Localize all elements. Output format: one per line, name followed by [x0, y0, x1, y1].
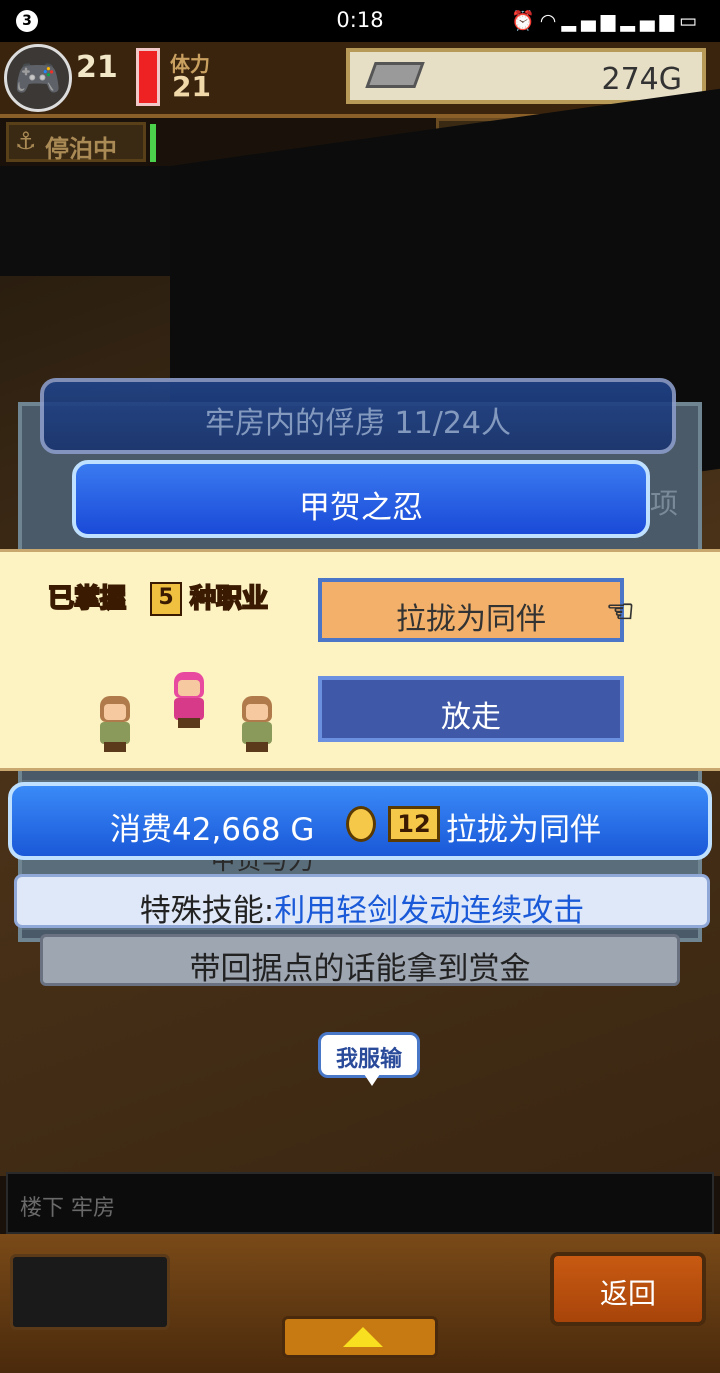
reward-note: 带回据点的话能拿到赏金: [189, 951, 531, 987]
cost-prefix: 消费42,668 G: [110, 812, 315, 848]
character-sprite: [88, 692, 142, 752]
release-button[interactable]: 放走: [318, 676, 624, 742]
silver-bar-icon: [365, 62, 425, 88]
ninja-sprite: [162, 668, 216, 728]
mastered-suffix: 种职业: [189, 583, 269, 615]
prisoner-list-title: 牢房内的俘虏 11/24人: [40, 378, 676, 454]
reward-note-box: 带回据点的话能拿到赏金: [40, 934, 680, 987]
signal-icon: ▂▄▆: [620, 10, 680, 32]
speech-bubble: 我服输: [318, 1032, 420, 1078]
gold-panel: 274G: [346, 48, 706, 104]
scroll-up-button[interactable]: [282, 1316, 438, 1358]
anchor-icon: ⚓: [15, 127, 37, 155]
location-text: 楼下 牢房: [20, 1196, 115, 1221]
status-icons: ⏰◠▂▄▆▂▄▆▭: [511, 9, 702, 32]
prisoner-name: 甲贺之忍: [299, 490, 423, 526]
signal-icon: ▂▄▆: [561, 10, 621, 32]
recruit-label: 拉拢为同伴: [396, 602, 546, 637]
level-value: 21: [76, 50, 118, 85]
release-label: 放走: [441, 700, 501, 735]
cost-suffix: 拉拢为同伴: [446, 812, 601, 848]
skill-label: 特殊技能:: [139, 893, 275, 929]
prisoner-count-title: 牢房内的俘虏 11/24人: [205, 406, 511, 441]
speech-bubble-tail: [364, 1074, 380, 1086]
alarm-icon: ⏰: [511, 10, 540, 32]
return-button[interactable]: 返回: [550, 1252, 706, 1326]
gold-value: 274G: [601, 62, 682, 97]
stamina-bar: [136, 48, 160, 106]
anchor-status: ⚓ 停泊中: [6, 122, 146, 163]
recruit-button[interactable]: 拉拢为同伴: [318, 578, 624, 642]
mastered-prefix: 已掌握: [47, 583, 127, 615]
skill-value: 利用轻剑发动连续攻击: [274, 893, 585, 929]
medal-icon: [346, 806, 376, 842]
wifi-icon: ◠: [539, 10, 562, 32]
up-arrow-icon: [343, 1327, 383, 1347]
status-bar: 3 0:18 ⏰◠▂▄▆▂▄▆▭: [0, 0, 720, 42]
gamepad-icon[interactable]: 🎮: [4, 44, 72, 112]
bottom-slot: [10, 1254, 170, 1330]
speech-text: 我服输: [335, 1047, 402, 1072]
pointing-hand-icon: ☜: [606, 592, 636, 631]
recruit-cost-button[interactable]: 消费42,668 G 12 拉拢为同伴: [8, 782, 712, 860]
stamina-value: 21: [172, 70, 211, 103]
special-skill-text: 特殊技能:利用轻剑发动连续攻击: [17, 885, 707, 930]
battery-icon: ▭: [679, 10, 702, 32]
medal-count: 12: [388, 806, 440, 842]
anchor-indicator: [150, 124, 156, 162]
anchor-text: 停泊中: [45, 135, 117, 163]
selected-prisoner-banner[interactable]: 甲贺之忍: [72, 460, 650, 538]
character-sprite: [230, 692, 284, 752]
special-skill-box: 特殊技能:利用轻剑发动连续攻击: [14, 874, 710, 930]
location-bar: 楼下 牢房: [6, 1172, 714, 1234]
mastered-count: 5: [150, 582, 182, 616]
return-label: 返回: [599, 1277, 656, 1310]
list-side-text: 项: [650, 487, 679, 520]
